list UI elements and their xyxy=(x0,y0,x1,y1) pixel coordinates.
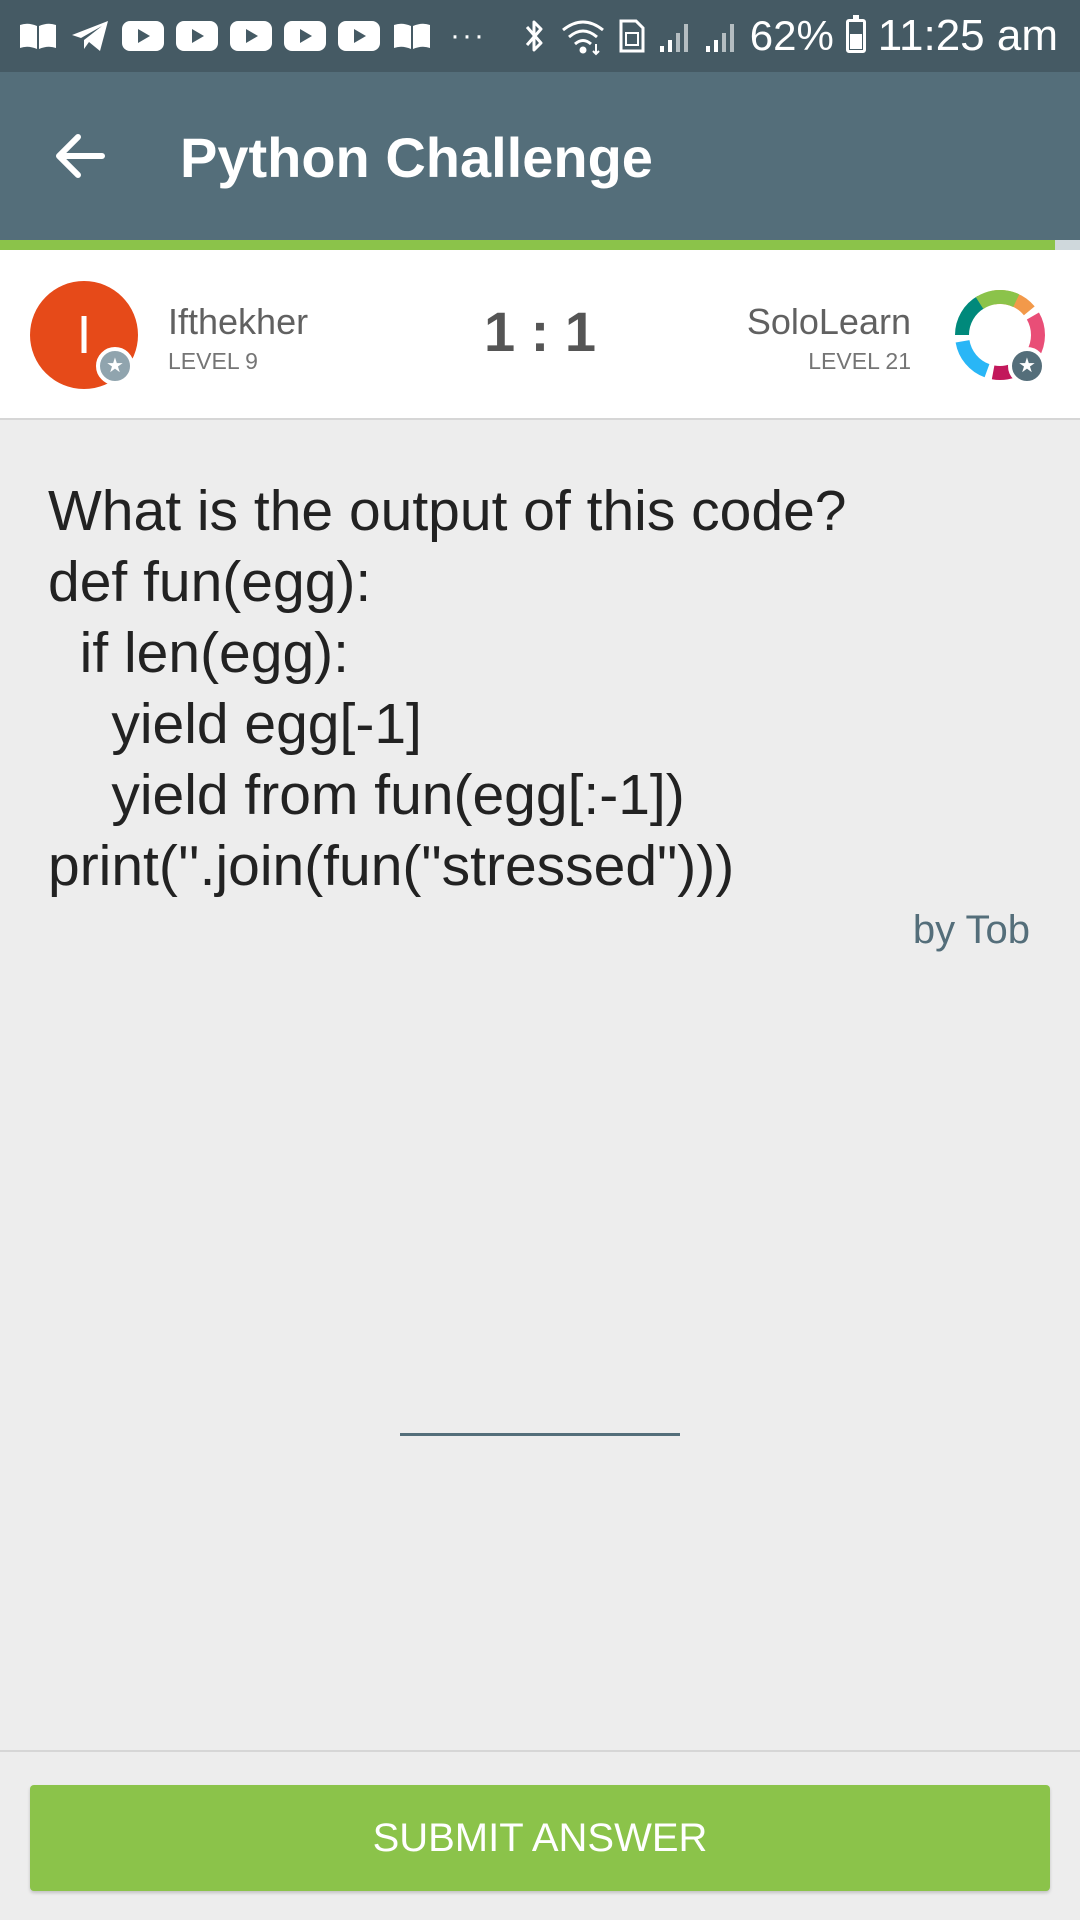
signal-strength-icon xyxy=(658,18,692,54)
progress-fill xyxy=(0,240,1056,250)
sim-card-icon xyxy=(618,18,646,54)
youtube-icon xyxy=(230,21,272,51)
battery-percentage: 62% xyxy=(749,12,834,59)
signal-strength-icon xyxy=(704,18,738,54)
page-title: Python Challenge xyxy=(180,126,653,189)
telegram-icon xyxy=(70,19,110,53)
status-bar: ··· 62% 11:25 am xyxy=(0,0,1080,72)
youtube-icon xyxy=(284,21,326,51)
challenge-progress-bar xyxy=(0,240,1080,250)
clock: 11:25 am xyxy=(877,11,1058,60)
book-icon xyxy=(18,21,58,51)
question-author: by Tob xyxy=(912,908,1030,952)
opponent-name: SoloLearn xyxy=(746,301,911,342)
arrow-left-icon xyxy=(56,134,105,178)
youtube-icon xyxy=(122,21,164,51)
back-button[interactable] xyxy=(52,128,108,184)
footer: SUBMIT ANSWER xyxy=(0,1750,1080,1920)
notification-icons: ··· xyxy=(18,14,486,58)
more-notifications-indicator: ··· xyxy=(450,19,486,52)
book-icon xyxy=(392,21,432,51)
battery-icon xyxy=(845,15,866,53)
submit-answer-button[interactable]: SUBMIT ANSWER xyxy=(30,1785,1050,1891)
score: 1 : 1 xyxy=(483,300,597,363)
players-header: I ★ Ifthekher LEVEL 9 1 : 1 SoloLearn LE… xyxy=(0,250,1080,420)
answer-input[interactable] xyxy=(400,1380,680,1436)
wifi-icon xyxy=(560,16,606,56)
youtube-icon xyxy=(176,21,218,51)
opponent-level: LEVEL 21 xyxy=(808,348,911,374)
star-badge-icon: ★ xyxy=(1008,347,1046,385)
system-indicators: 62% 11:25 am xyxy=(522,12,1058,60)
bluetooth-icon xyxy=(522,16,548,56)
youtube-icon xyxy=(338,21,380,51)
app-bar: Python Challenge xyxy=(0,72,1080,240)
challenge-question: What is the output of this code? def fun… xyxy=(48,479,847,898)
